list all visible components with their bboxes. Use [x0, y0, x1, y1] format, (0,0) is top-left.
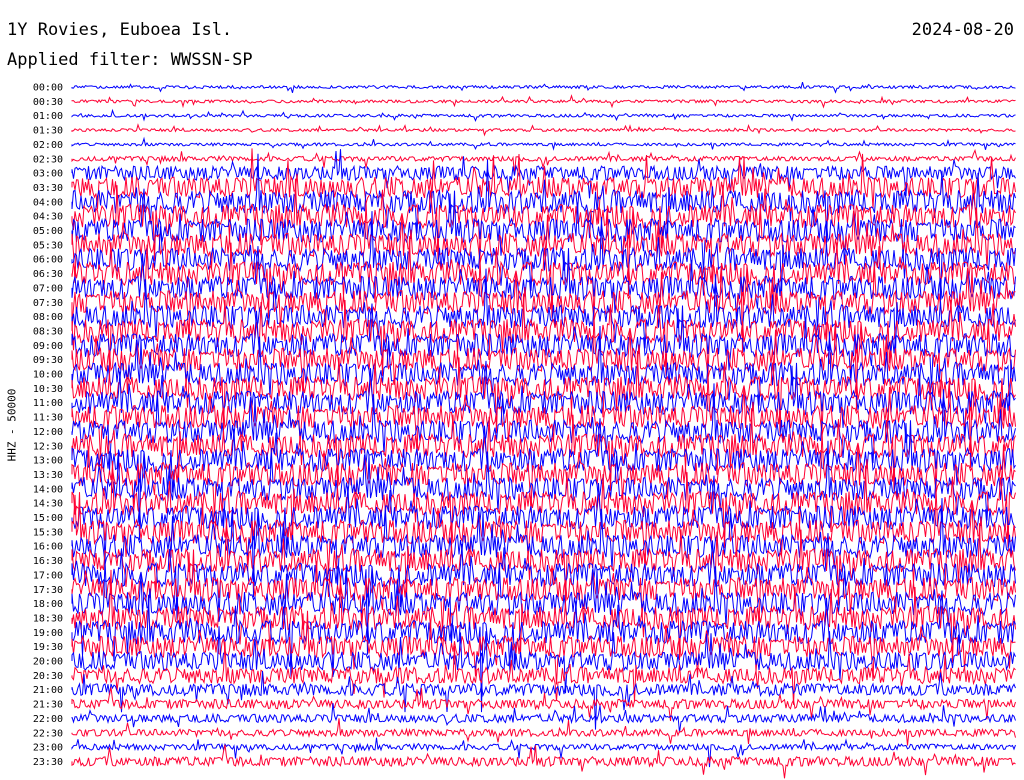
trace-row: [71, 360, 1016, 436]
row-tick-label: 14:00: [33, 484, 63, 495]
row-tick-label: 16:00: [33, 542, 63, 553]
row-tick-label: 08:00: [33, 312, 63, 323]
row-tick-label: 10:30: [33, 384, 63, 395]
row-tick-label: 19:00: [33, 628, 63, 639]
trace-row: [71, 136, 1016, 151]
row-tick-label: 13:30: [33, 470, 63, 481]
row-tick-label: 04:00: [33, 197, 63, 208]
row-tick-label: 10:00: [33, 370, 63, 381]
row-tick-label: 01:30: [33, 126, 63, 137]
trace-row: [71, 718, 1016, 746]
row-tick-label: 00:30: [33, 97, 63, 108]
trace-row: [71, 108, 1016, 123]
row-tick-label: 14:30: [33, 499, 63, 510]
row-tick-label: 21:30: [33, 700, 63, 711]
row-tick-label: 05:00: [33, 226, 63, 237]
row-tick-label: 03:00: [33, 169, 63, 180]
row-tick-label: 16:30: [33, 556, 63, 567]
row-tick-label: 06:00: [33, 255, 63, 266]
row-tick-label: 17:30: [33, 585, 63, 596]
row-tick-label: 11:00: [33, 398, 63, 409]
row-tick-label: 08:30: [33, 326, 63, 337]
row-tick-label: 18:00: [33, 599, 63, 610]
row-tick-label: 15:00: [33, 513, 63, 524]
row-tick-label: 13:00: [33, 456, 63, 467]
row-tick-label: 09:00: [33, 341, 63, 352]
trace-row: [71, 123, 1016, 137]
row-tick-label: 00:00: [33, 83, 63, 94]
row-tick-label: 01:00: [33, 111, 63, 122]
row-tick-label: 15:30: [33, 527, 63, 538]
row-tick-label: 21:00: [33, 685, 63, 696]
row-tick-label: 07:00: [33, 283, 63, 294]
row-tick-label: 03:30: [33, 183, 63, 194]
row-tick-label: 06:30: [33, 269, 63, 280]
row-tick-label: 23:30: [33, 757, 63, 768]
row-tick-label: 09:30: [33, 355, 63, 366]
row-tick-label: 02:00: [33, 140, 63, 151]
trace-row: [71, 81, 1016, 94]
tick-label-group: 00:00 00:30 01:00 01:30 02:00 02:30 03:00 03:30…: [33, 83, 63, 768]
row-tick-label: 04:30: [33, 212, 63, 223]
row-tick-label: 12:00: [33, 427, 63, 438]
row-tick-label: 19:30: [33, 642, 63, 653]
row-tick-label: 11:30: [33, 413, 63, 424]
row-tick-label: 18:30: [33, 613, 63, 624]
row-tick-label: 22:30: [33, 728, 63, 739]
helicorder-plot: 00:00 00:30 01:00 01:30 02:00 02:30 03:00 03:30…: [33, 81, 1016, 779]
row-tick-label: 20:00: [33, 657, 63, 668]
row-tick-label: 12:30: [33, 441, 63, 452]
row-tick-label: 20:30: [33, 671, 63, 682]
row-tick-label: 17:00: [33, 570, 63, 581]
trace-group: [71, 81, 1016, 779]
row-tick-label: 05:30: [33, 240, 63, 251]
row-tick-label: 07:30: [33, 298, 63, 309]
trace-row: [71, 94, 1016, 109]
row-tick-label: 23:00: [33, 743, 63, 754]
row-tick-label: 22:00: [33, 714, 63, 725]
row-tick-label: 02:30: [33, 154, 63, 165]
